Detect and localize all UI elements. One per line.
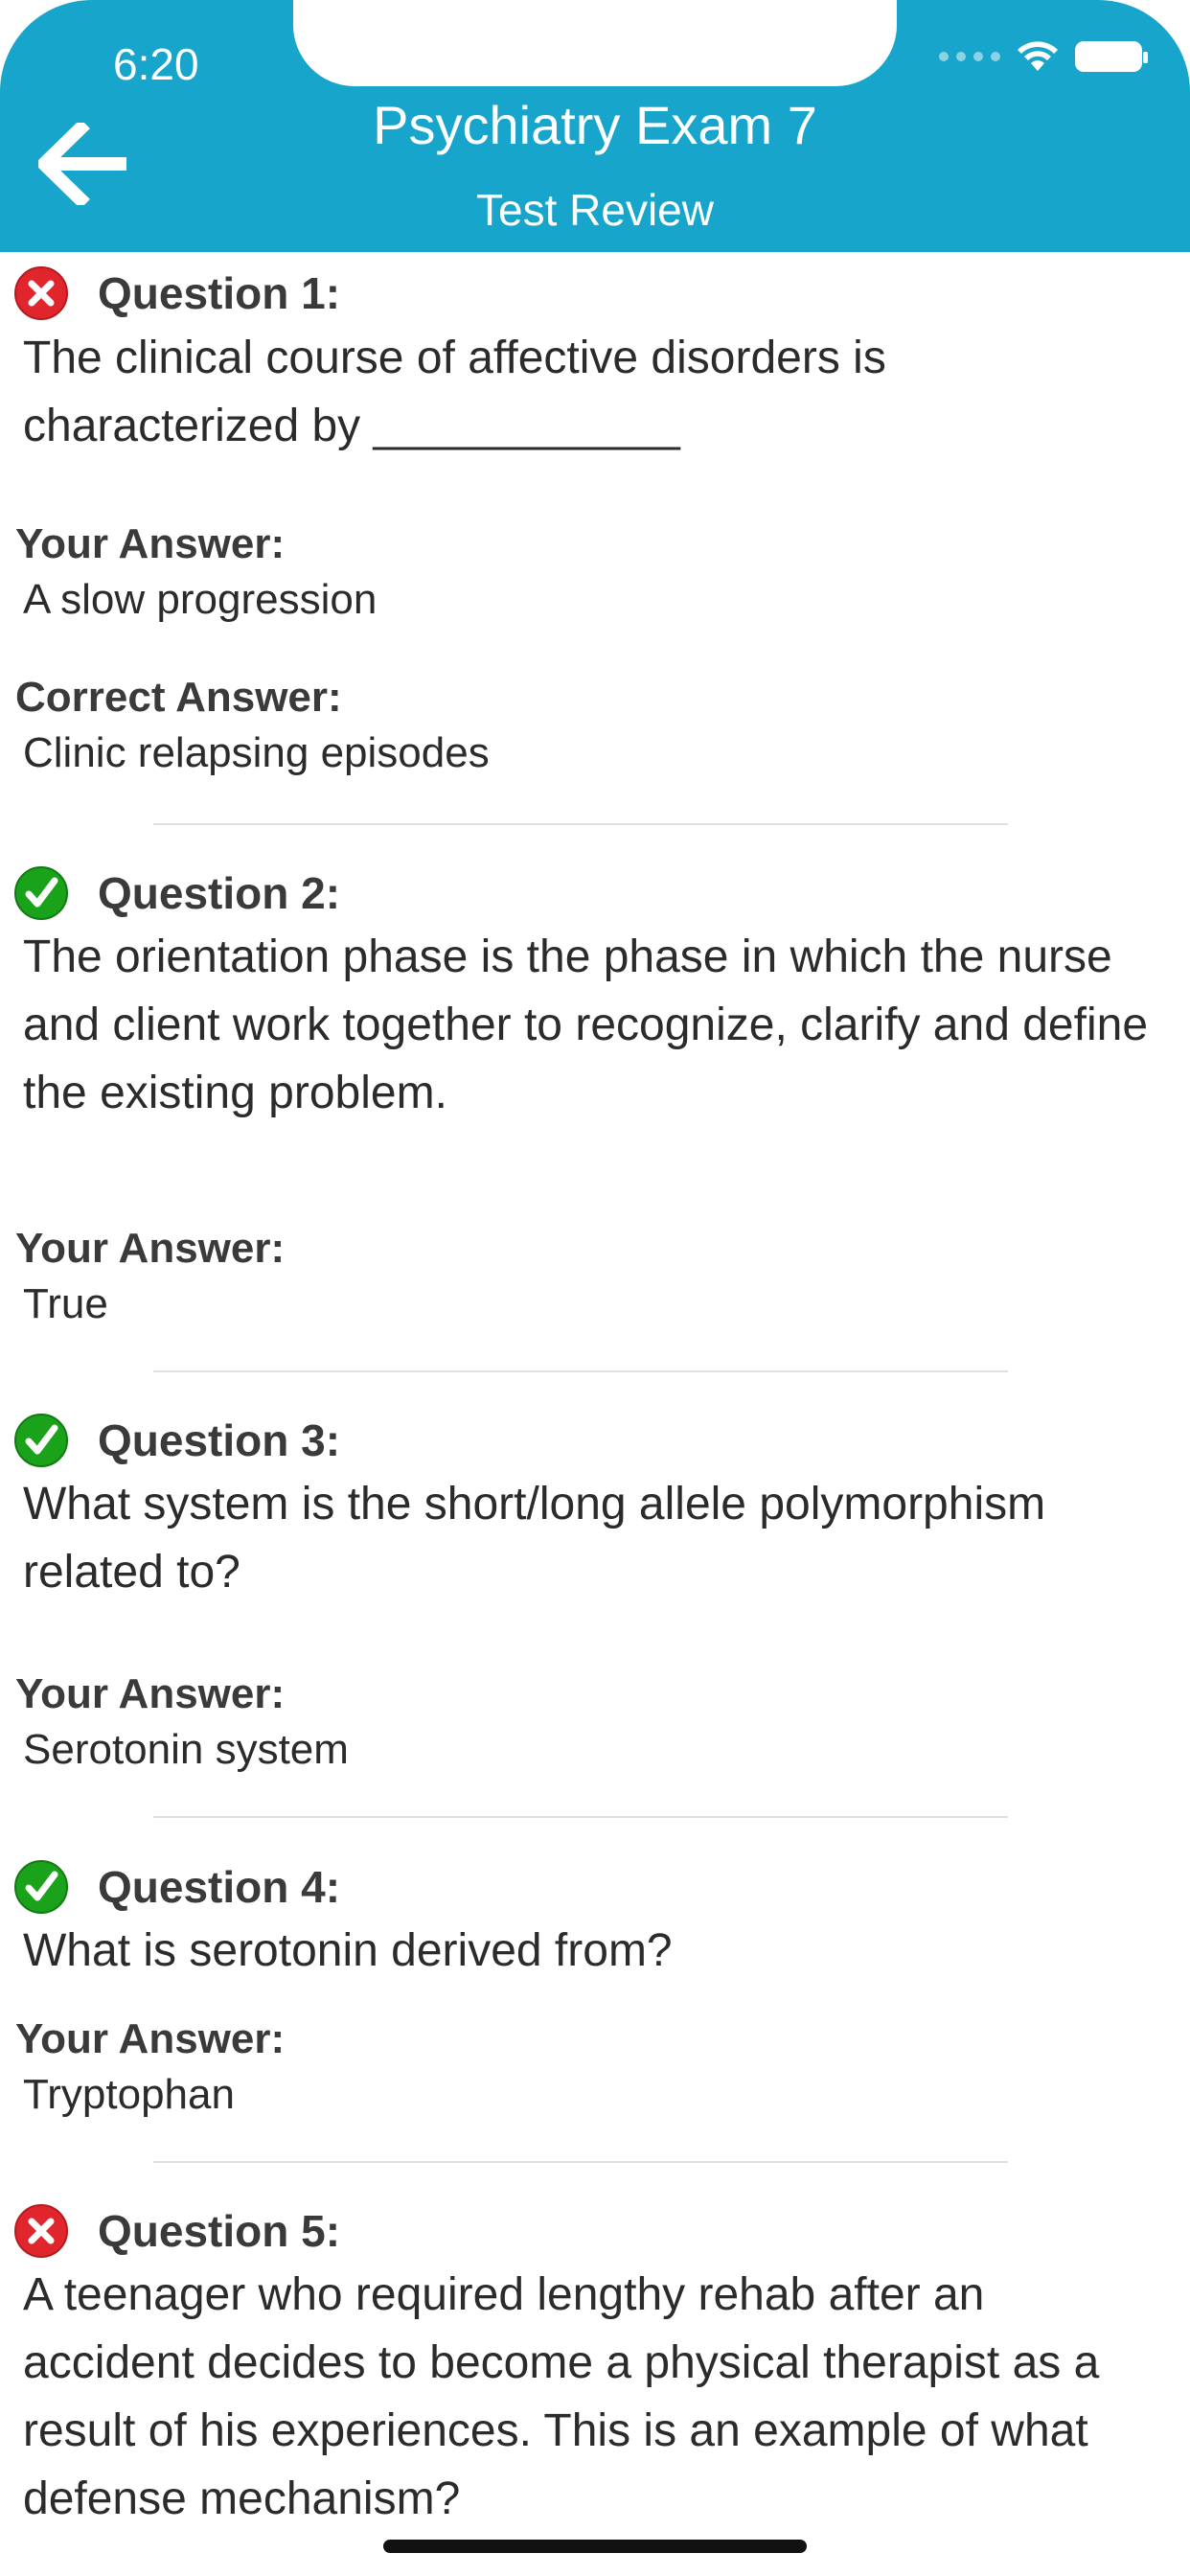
question-number: Question 2: (98, 868, 341, 918)
your-answer-value: Serotonin system (23, 1726, 349, 1773)
cellular-signal-icon (939, 52, 1000, 61)
question-text: What is serotonin derived from? (23, 1925, 673, 1976)
nav-header: 6:20 Psychiatry Exam 7 Test Review (0, 0, 1190, 252)
your-answer-label: Your Answer: (15, 1225, 286, 1272)
divider (153, 2161, 1008, 2163)
divider (153, 823, 1008, 825)
your-answer-value: Tryptophan (23, 2071, 235, 2118)
question-text: A teenager who required lengthy rehab af… (23, 2269, 1100, 2524)
your-answer-label: Your Answer: (15, 520, 286, 567)
question-header: Question 3: (13, 1413, 340, 1468)
x-circle-icon (14, 266, 68, 320)
status-indicators (939, 40, 1148, 73)
check-circle-icon (14, 1414, 68, 1467)
question-header: Question 4: (13, 1859, 340, 1915)
check-circle-icon (14, 866, 68, 920)
question-number: Question 1: (98, 268, 341, 318)
question-text: The clinical course of affective disorde… (23, 333, 886, 451)
question-number: Question 4: (98, 1862, 341, 1912)
x-circle-icon (14, 2204, 68, 2258)
question-number: Question 5: (98, 2206, 341, 2256)
home-indicator[interactable] (383, 2540, 807, 2553)
battery-icon (1075, 41, 1148, 72)
wifi-icon (1018, 41, 1058, 71)
question-header: Question 1: (13, 265, 340, 321)
status-time: 6:20 (113, 39, 199, 89)
question-text: The orientation phase is the phase in wh… (23, 932, 1149, 1118)
page-subtitle: Test Review (476, 185, 714, 235)
your-answer-value: A slow progression (23, 576, 378, 623)
check-circle-icon (14, 1860, 68, 1914)
your-answer-label: Your Answer: (15, 1670, 286, 1717)
divider (153, 1816, 1008, 1818)
device-notch (293, 0, 897, 86)
your-answer-label: Your Answer: (15, 2015, 286, 2062)
page-title: Psychiatry Exam 7 (373, 95, 817, 155)
divider (153, 1370, 1008, 1372)
correct-answer-value: Clinic relapsing episodes (23, 729, 490, 776)
your-answer-value: True (23, 1280, 108, 1327)
question-header: Question 2: (13, 865, 340, 921)
correct-answer-label: Correct Answer: (15, 674, 342, 721)
question-number: Question 3: (98, 1415, 341, 1465)
question-text: What system is the short/long allele pol… (23, 1479, 1046, 1598)
question-header: Question 5: (13, 2203, 340, 2259)
